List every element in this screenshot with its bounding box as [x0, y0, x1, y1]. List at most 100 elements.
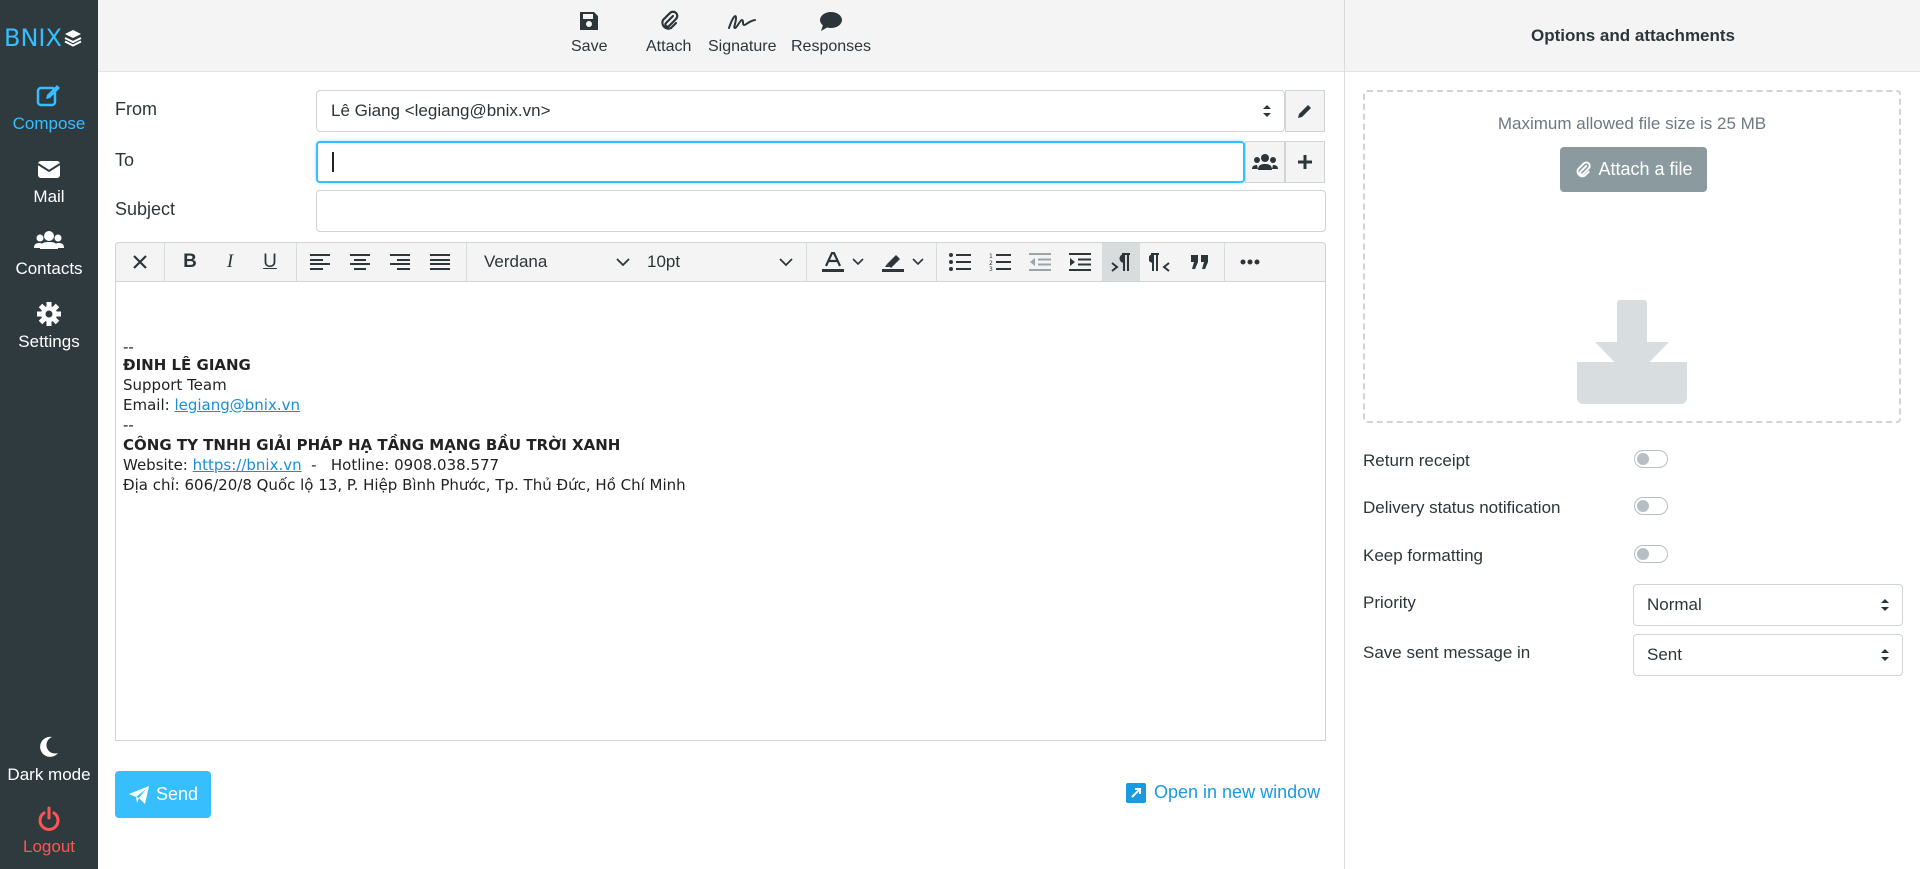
signature-email-link[interactable]: legiang@bnix.vn — [174, 396, 300, 414]
delivery-status-toggle[interactable] — [1634, 497, 1668, 515]
moon-icon — [40, 736, 58, 757]
paperclip-icon — [1577, 160, 1592, 177]
rtl-button[interactable] — [1146, 243, 1174, 281]
nav-compose[interactable]: Compose — [0, 82, 98, 134]
users-icon — [1252, 154, 1278, 170]
align-center-button[interactable] — [346, 243, 374, 281]
bnix-logo[interactable]: BNIX — [4, 24, 82, 52]
paper-plane-icon — [128, 785, 149, 804]
priority-value: Normal — [1647, 595, 1702, 614]
attach-file-button[interactable]: Attach a file — [1560, 147, 1707, 192]
edit-identity-button[interactable] — [1285, 90, 1325, 132]
add-header-button[interactable] — [1285, 141, 1325, 183]
indent-icon — [1069, 253, 1091, 271]
plus-icon — [1298, 155, 1312, 169]
users-icon — [34, 231, 64, 249]
indent-button[interactable] — [1066, 243, 1094, 281]
nav-contacts-label: Contacts — [15, 259, 83, 278]
save-sent-value: Sent — [1647, 645, 1682, 664]
nav-dark-mode[interactable]: Dark mode — [0, 733, 98, 785]
text-cursor — [332, 152, 334, 173]
align-center-icon — [350, 254, 370, 270]
attach-button[interactable]: Attach — [646, 10, 691, 56]
to-label: To — [115, 150, 135, 170]
chevron-down-icon — [616, 258, 630, 267]
font-size-value: 10pt — [647, 252, 681, 271]
outdent-icon — [1029, 253, 1051, 271]
send-button[interactable]: Send — [115, 771, 211, 818]
sort-icon — [1881, 649, 1889, 661]
keep-formatting-toggle[interactable] — [1634, 545, 1668, 563]
ellipsis-icon — [1240, 259, 1260, 265]
options-panel: Options and attachments Maximum allowed … — [1344, 0, 1920, 869]
power-icon — [38, 806, 60, 831]
to-input[interactable] — [316, 141, 1245, 183]
priority-select[interactable]: Normal — [1633, 584, 1903, 626]
nav-dark-mode-label: Dark mode — [7, 765, 91, 784]
bullet-list-icon — [949, 253, 971, 271]
open-in-new-window-label: Open in new window — [1154, 782, 1321, 802]
more-tools-button[interactable] — [1234, 243, 1266, 281]
bold-button[interactable]: B — [176, 243, 204, 281]
text-color-button[interactable] — [816, 243, 870, 281]
signature-button[interactable]: Signature — [708, 10, 777, 56]
rtl-paragraph-icon — [1149, 253, 1170, 272]
ltr-button[interactable] — [1102, 243, 1140, 281]
italic-button[interactable]: I — [216, 243, 244, 281]
text-color-icon — [822, 252, 844, 272]
outdent-button[interactable] — [1026, 243, 1054, 281]
download-icon — [1577, 300, 1687, 404]
svg-text:3: 3 — [989, 266, 993, 271]
signature-team: Support Team — [123, 376, 227, 394]
keep-formatting-label: Keep formatting — [1363, 546, 1484, 565]
underline-button[interactable]: U — [256, 243, 284, 281]
main-navigation: BNIX Compose Mail Contacts Settings Dark… — [0, 0, 98, 869]
align-justify-button[interactable] — [426, 243, 454, 281]
highlight-color-button[interactable] — [876, 243, 930, 281]
external-window-icon — [1126, 782, 1146, 803]
return-receipt-toggle[interactable] — [1634, 450, 1668, 468]
attachment-dropzone[interactable]: Maximum allowed file size is 25 MB Attac… — [1363, 90, 1901, 423]
signature-website-link[interactable]: https://bnix.vn — [193, 456, 302, 474]
ltr-paragraph-icon — [1111, 253, 1130, 272]
save-button[interactable]: Save — [571, 10, 607, 56]
nav-settings[interactable]: Settings — [0, 300, 98, 352]
pencil-icon — [1298, 105, 1311, 118]
signature-website-prefix: Website: — [123, 456, 193, 474]
from-select[interactable]: Lê Giang <legiang@bnix.vn> — [316, 90, 1285, 132]
priority-label: Priority — [1363, 593, 1416, 612]
nav-logout[interactable]: Logout — [0, 805, 98, 857]
delivery-status-label: Delivery status notification — [1363, 498, 1561, 517]
signature-separator: -- — [123, 338, 134, 356]
compose-icon — [36, 85, 60, 107]
chevron-down-icon — [852, 258, 864, 266]
subject-input[interactable] — [316, 190, 1326, 232]
nav-mail[interactable]: Mail — [0, 155, 98, 207]
responses-button[interactable]: Responses — [791, 10, 871, 56]
max-file-size-hint: Maximum allowed file size is 25 MB — [1497, 114, 1767, 133]
message-body-editor[interactable]: -- ĐINH LÊ GIANG Support Team Email: leg… — [115, 282, 1326, 741]
nav-compose-label: Compose — [12, 114, 86, 133]
signature-name: ĐINH LÊ GIANG — [123, 356, 251, 374]
align-left-button[interactable] — [306, 243, 334, 281]
address-book-button[interactable] — [1245, 141, 1285, 183]
save-label: Save — [571, 38, 608, 55]
paperclip-icon — [661, 10, 678, 30]
remove-format-button[interactable] — [126, 243, 154, 281]
svg-text:1: 1 — [989, 253, 993, 260]
close-icon — [133, 255, 147, 269]
nav-contacts[interactable]: Contacts — [0, 227, 98, 279]
font-size-select[interactable]: 10pt — [647, 243, 797, 281]
save-sent-select[interactable]: Sent — [1633, 634, 1903, 676]
gear-icon — [37, 302, 61, 326]
align-left-icon — [310, 254, 330, 270]
font-family-select[interactable]: Verdana — [484, 243, 634, 281]
subject-label: Subject — [115, 199, 176, 219]
open-in-new-window-link[interactable]: Open in new window — [1126, 782, 1320, 803]
align-right-button[interactable] — [386, 243, 414, 281]
bullet-list-button[interactable] — [946, 243, 974, 281]
italic-icon: I — [226, 251, 234, 272]
save-icon — [580, 12, 599, 30]
numbered-list-button[interactable]: 1 2 3 — [986, 243, 1014, 281]
blockquote-button[interactable] — [1186, 243, 1214, 281]
